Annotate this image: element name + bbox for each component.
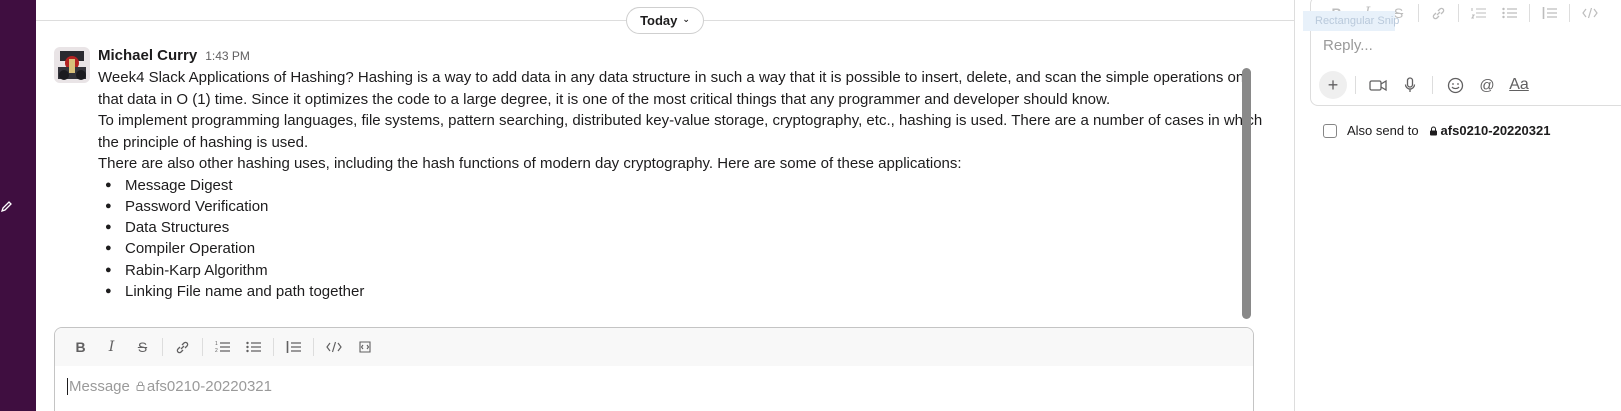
bullet-list: Message Digest Password Verification Dat… — [98, 175, 1268, 303]
message-paragraph: Week4 Slack Applications of Hashing? Has… — [98, 69, 1245, 108]
reply-input[interactable]: Reply... — [1323, 37, 1373, 54]
message-text: Week4 Slack Applications of Hashing? Has… — [98, 67, 1268, 303]
code-icon[interactable] — [318, 333, 349, 361]
snip-label: Rectangular Snip — [1315, 15, 1400, 27]
compose-icon[interactable] — [0, 200, 14, 214]
message-input[interactable]: Message afs0210-20220321 — [55, 366, 1253, 406]
chevron-down-icon: ⌄ — [682, 14, 690, 24]
bold-icon[interactable]: B — [65, 333, 96, 361]
channel-view: Today ⌄ Michael Curry 1:43 PM Week4 Slac… — [36, 0, 1294, 411]
emoji-icon[interactable] — [1441, 71, 1469, 99]
toolbar-divider — [273, 338, 274, 356]
video-icon[interactable] — [1364, 71, 1392, 99]
avatar[interactable] — [54, 47, 90, 83]
message-timestamp[interactable]: 1:43 PM — [205, 49, 250, 63]
message-paragraph: To implement programming languages, file… — [98, 112, 1263, 151]
toolbar-divider — [1458, 4, 1459, 22]
actions-divider — [1355, 76, 1356, 94]
toolbar-divider — [313, 338, 314, 356]
list-item: Linking File name and path together — [98, 281, 1268, 303]
toolbar-divider — [1529, 4, 1530, 22]
message-composer[interactable]: B I S 12 Message afs0210-20220321 — [54, 327, 1254, 411]
plus-icon[interactable]: + — [1319, 71, 1347, 99]
toolbar-divider — [202, 338, 203, 356]
snip-overlay: Rectangular Snip — [1303, 11, 1399, 31]
blockquote-icon[interactable] — [278, 333, 309, 361]
also-send-channel[interactable]: afs0210-20220321 — [1441, 123, 1551, 138]
workspace-sidebar — [0, 0, 36, 411]
link-icon[interactable] — [1423, 0, 1454, 27]
ordered-list-icon[interactable]: 12 — [207, 333, 238, 361]
ordered-list-icon[interactable] — [1463, 0, 1494, 27]
reply-actions: + @ Aa — [1319, 71, 1533, 99]
toolbar-divider — [1569, 4, 1570, 22]
bulleted-list-icon[interactable] — [1494, 0, 1525, 27]
mention-icon[interactable]: @ — [1473, 71, 1501, 99]
italic-icon[interactable]: I — [96, 333, 127, 361]
message-paragraph: There are also other hashing uses, inclu… — [98, 155, 962, 172]
scrollbar[interactable] — [1242, 68, 1251, 319]
text-caret — [67, 377, 68, 395]
toolbar-divider — [162, 338, 163, 356]
date-divider-button[interactable]: Today ⌄ — [626, 7, 704, 34]
svg-text:2: 2 — [215, 348, 218, 354]
thread-pane: B I S Reply... + — [1295, 0, 1621, 411]
lock-icon — [1429, 126, 1438, 136]
also-send-label: Also send to — [1347, 123, 1419, 138]
message-placeholder-channel: afs0210-20220321 — [146, 377, 272, 395]
format-icon[interactable]: Aa — [1505, 71, 1533, 99]
formatting-toolbar: B I S 12 — [55, 328, 1253, 366]
lock-icon — [136, 381, 145, 391]
sender-name[interactable]: Michael Curry — [98, 47, 197, 64]
code-icon[interactable] — [1574, 0, 1605, 27]
link-icon[interactable] — [167, 333, 198, 361]
also-send-option[interactable]: Also send to afs0210-20220321 — [1323, 123, 1550, 138]
message-header: Michael Curry 1:43 PM — [98, 47, 1268, 67]
microphone-icon[interactable] — [1396, 71, 1424, 99]
message-body: Michael Curry 1:43 PM Week4 Slack Applic… — [98, 47, 1268, 303]
message-placeholder-prefix: Message — [69, 377, 130, 395]
list-item: Data Structures — [98, 217, 1268, 239]
actions-divider — [1432, 76, 1433, 94]
date-divider-label: Today — [640, 13, 678, 28]
toolbar-divider — [1418, 4, 1419, 22]
svg-text:1: 1 — [215, 341, 218, 347]
list-item: Message Digest — [98, 175, 1268, 197]
list-item: Rabin-Karp Algorithm — [98, 260, 1268, 282]
also-send-checkbox[interactable] — [1323, 123, 1337, 138]
list-item: Password Verification — [98, 196, 1268, 218]
list-item: Compiler Operation — [98, 238, 1268, 260]
blockquote-icon[interactable] — [1534, 0, 1565, 27]
code-block-icon[interactable] — [349, 333, 380, 361]
strikethrough-icon[interactable]: S — [127, 333, 158, 361]
bulleted-list-icon[interactable] — [238, 333, 269, 361]
